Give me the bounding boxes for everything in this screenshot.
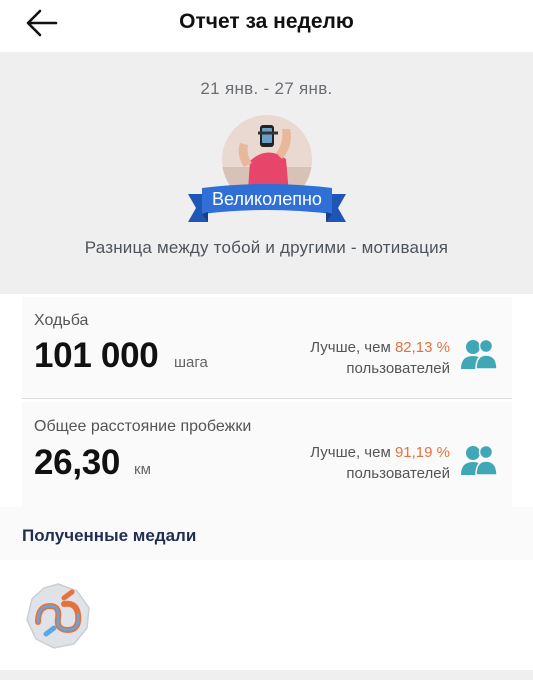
walking-label: Ходьба [34,312,89,329]
running-label: Общее расстояние пробежки [34,418,252,435]
compare-prefix: Лучше, чем [310,339,391,356]
users-icon [461,444,498,476]
walking-stat-card[interactable]: Ходьба 101 000 шага Лучше, чем 82,13 % п… [22,297,512,399]
users-icon [461,338,498,370]
medal-item[interactable] [24,582,92,650]
bottom-divider [0,670,533,680]
running-percent: 91,19 % [394,444,450,461]
walking-value: 101 000 [34,336,159,375]
compare-suffix: пользователей [346,465,450,482]
medals-list [0,560,533,670]
medal-icon [26,583,90,649]
running-unit: км [134,461,151,478]
page-title: Отчет за неделю [179,10,354,33]
walking-comparison: Лучше, чем 82,13 % пользователей [310,337,450,379]
medals-section: Полученные медали [0,507,533,560]
running-stat-card[interactable]: Общее расстояние пробежки 26,30 км Лучше… [22,402,512,507]
running-value: 26,30 [34,443,121,482]
motivation-text: Разница между тобой и другими - мотиваци… [84,238,449,257]
date-range: 21 янв. - 27 янв. [200,79,333,98]
achievement-badge: Великолепно [212,189,322,209]
walking-percent: 82,13 % [394,339,450,356]
running-comparison: Лучше, чем 91,19 % пользователей [310,442,450,484]
compare-prefix: Лучше, чем [310,444,391,461]
compare-suffix: пользователей [346,360,450,377]
top-bar: Отчет за неделю [0,0,533,52]
walking-unit: шага [174,354,208,371]
weekly-summary: 21 янв. - 27 янв. Великолепно Разница ме… [0,52,533,294]
medals-title: Полученные медали [22,526,197,545]
